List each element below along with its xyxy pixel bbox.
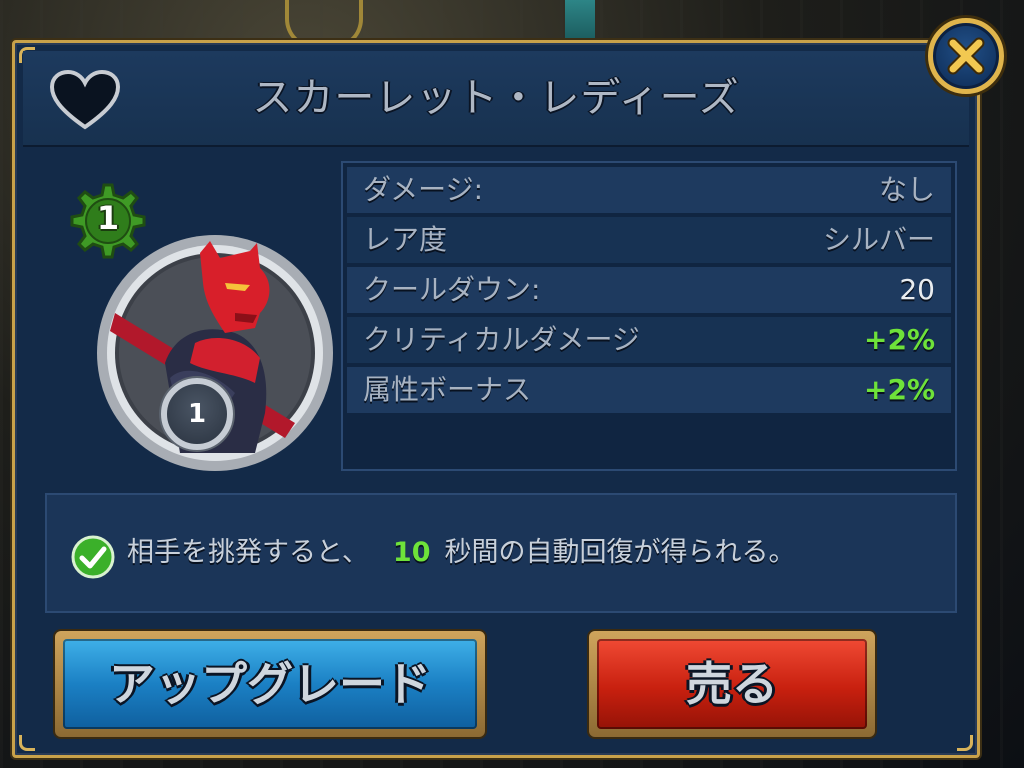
rank-badge: 1	[161, 378, 233, 450]
level-badge: 1	[96, 199, 120, 237]
upgrade-button[interactable]: アップグレード	[63, 639, 477, 729]
upgrade-button-label: アップグレード	[109, 657, 431, 711]
close-x-icon	[947, 37, 985, 75]
stat-value: なし	[878, 173, 935, 206]
upgrade-button-frame: アップグレード	[55, 631, 485, 737]
frame-corner	[19, 735, 35, 751]
stat-value: 20	[899, 273, 935, 306]
ability-description: 相手を挑発すると、 10 秒間の自動回復が得られる。	[45, 493, 957, 613]
stat-label: 属性ボーナス	[363, 373, 532, 406]
dialog-header: スカーレット・レディーズ	[23, 51, 969, 147]
stat-label: クリティカルダメージ	[363, 323, 640, 356]
stat-label: レア度	[363, 223, 448, 256]
stat-row-element-bonus: 属性ボーナス +2%	[347, 367, 951, 413]
description-suffix: 秒間の自動回復が得られる。	[444, 537, 796, 568]
stat-row-critical-damage: クリティカルダメージ +2%	[347, 317, 951, 363]
stat-row-damage: ダメージ: なし	[347, 167, 951, 213]
sell-button-label: 売る	[686, 657, 778, 711]
description-text: 相手を挑発すると、 10 秒間の自動回復が得られる。	[127, 495, 796, 611]
rank-number: 1	[187, 399, 207, 429]
stat-label: ダメージ:	[363, 173, 484, 206]
stats-table: ダメージ: なし レア度 シルバー クールダウン: 20 クリティカルダメージ …	[341, 161, 957, 471]
sell-button-frame: 売る	[589, 631, 875, 737]
dialog-title: スカーレット・レディーズ	[252, 75, 740, 121]
stat-row-cooldown: クールダウン: 20	[347, 267, 951, 313]
stat-value: +2%	[864, 373, 935, 406]
sell-button[interactable]: 売る	[597, 639, 867, 729]
description-prefix: 相手を挑発すると、	[127, 537, 369, 568]
stat-value: +2%	[864, 323, 935, 356]
stat-row-rarity: レア度 シルバー	[347, 217, 951, 263]
stat-label: クールダウン:	[363, 273, 541, 306]
frame-corner	[957, 735, 973, 751]
stat-value: シルバー	[822, 223, 935, 256]
description-duration: 10	[392, 537, 431, 568]
background-ornament	[565, 0, 595, 45]
close-button[interactable]	[928, 18, 1004, 94]
checkmark-icon	[71, 535, 115, 579]
item-detail-dialog: スカーレット・レディーズ 1 1 ダメージ: なし レア度 シルバー クールダウ…	[12, 40, 980, 758]
